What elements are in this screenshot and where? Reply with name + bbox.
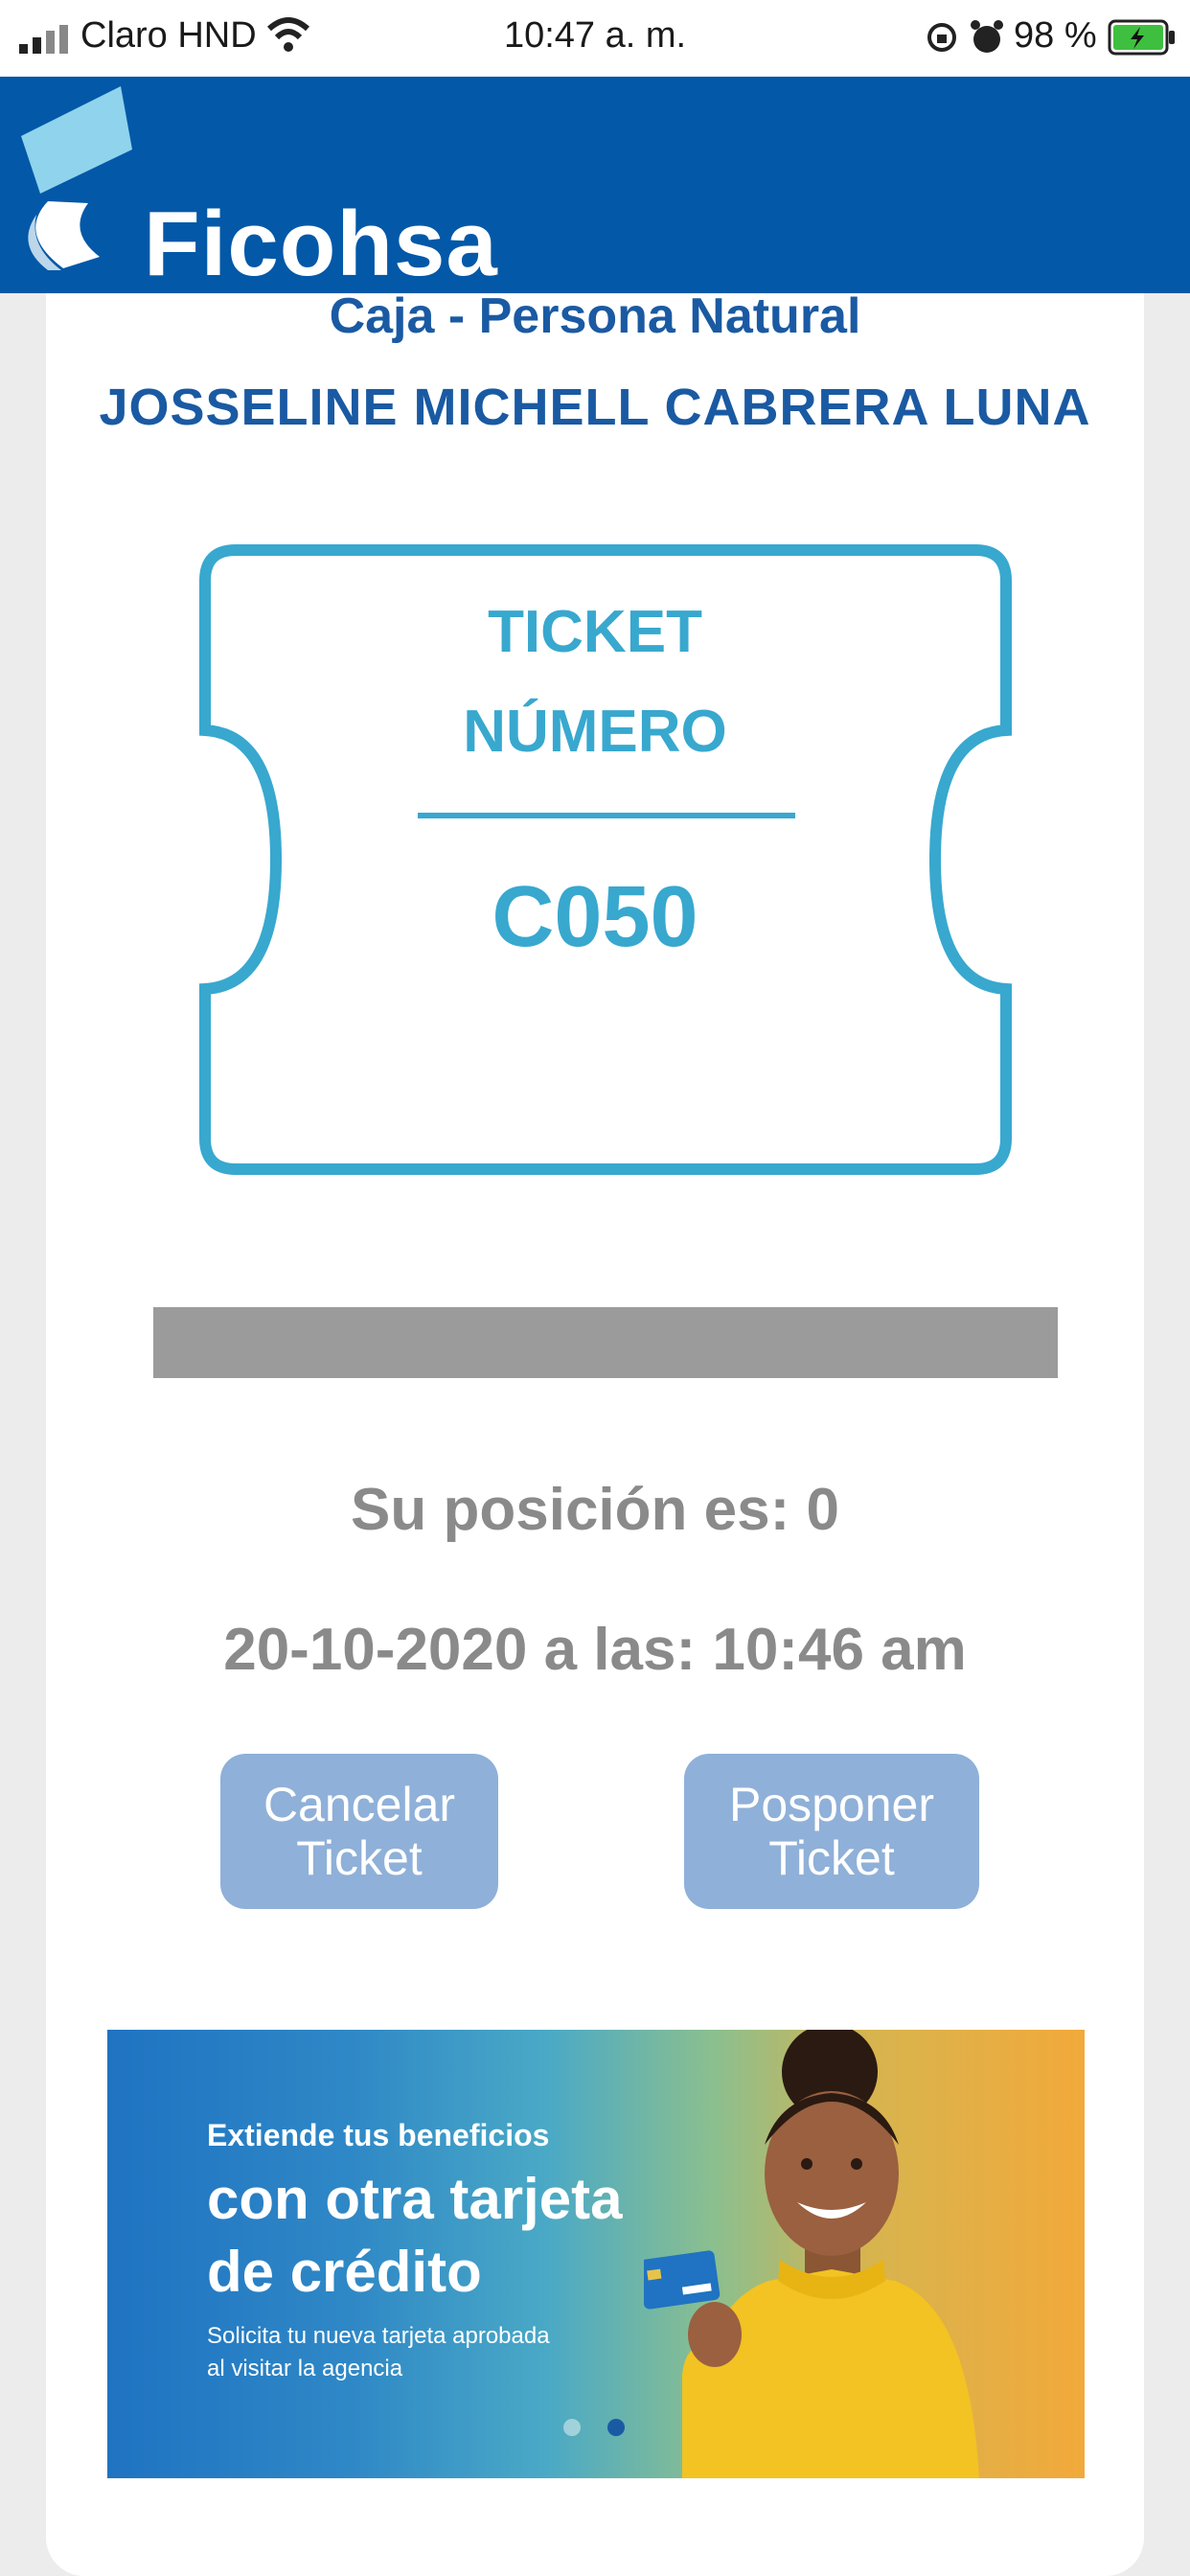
ticket-label: TICKET bbox=[488, 599, 702, 665]
promo-banner[interactable]: Extiende tus beneficios con otra tarjeta… bbox=[107, 2030, 1085, 2478]
promo-headline-line1: con otra tarjeta bbox=[207, 2167, 623, 2231]
queue-position: Su posición es: 0 bbox=[351, 1477, 839, 1543]
cancel-ticket-button[interactable]: Cancelar Ticket bbox=[220, 1754, 498, 1909]
cancel-button-label-line1: Cancelar bbox=[263, 1778, 456, 1831]
promo-subtext-line1: Solicita tu nueva tarjeta aprobada bbox=[207, 2323, 550, 2349]
postpone-ticket-button[interactable]: Posponer Ticket bbox=[684, 1754, 979, 1909]
carousel-dot-1[interactable] bbox=[563, 2419, 581, 2436]
cancel-button-label-line2: Ticket bbox=[296, 1831, 423, 1885]
customer-name: JOSSELINE MICHELL CABRERA LUNA bbox=[99, 379, 1091, 436]
promo-woman-image bbox=[644, 2030, 979, 2478]
ticket-datetime: 20-10-2020 a las: 10:46 am bbox=[223, 1617, 967, 1683]
promo-eyebrow: Extiende tus beneficios bbox=[207, 2118, 550, 2152]
brand-name: Ficohsa bbox=[144, 193, 498, 295]
carousel-dot-2[interactable] bbox=[607, 2419, 625, 2436]
battery-icon bbox=[1108, 19, 1175, 56]
alarm-icon bbox=[971, 20, 1003, 53]
postpone-button-label-line2: Ticket bbox=[768, 1831, 895, 1885]
promo-subtext-line2: al visitar la agencia bbox=[207, 2356, 403, 2381]
status-bar: Claro HND 10:47 a. m. 98 % bbox=[0, 0, 1190, 77]
service-name: Caja - Persona Natural bbox=[329, 288, 861, 344]
queue-progress-fill bbox=[153, 1307, 1058, 1378]
orientation-lock-icon bbox=[927, 23, 956, 52]
promo-headline-line2: de crédito bbox=[207, 2240, 482, 2304]
queue-progress-bar bbox=[153, 1307, 1058, 1378]
status-clock: 10:47 a. m. bbox=[503, 15, 687, 56]
ticket-number: C050 bbox=[492, 869, 698, 965]
battery-percentage: 98 % bbox=[1014, 15, 1097, 56]
postpone-button-label-line1: Posponer bbox=[728, 1778, 935, 1831]
ticket-divider bbox=[418, 813, 795, 818]
ticket-label-number: NÚMERO bbox=[463, 699, 727, 765]
ficohsa-logo-icon bbox=[21, 86, 132, 270]
